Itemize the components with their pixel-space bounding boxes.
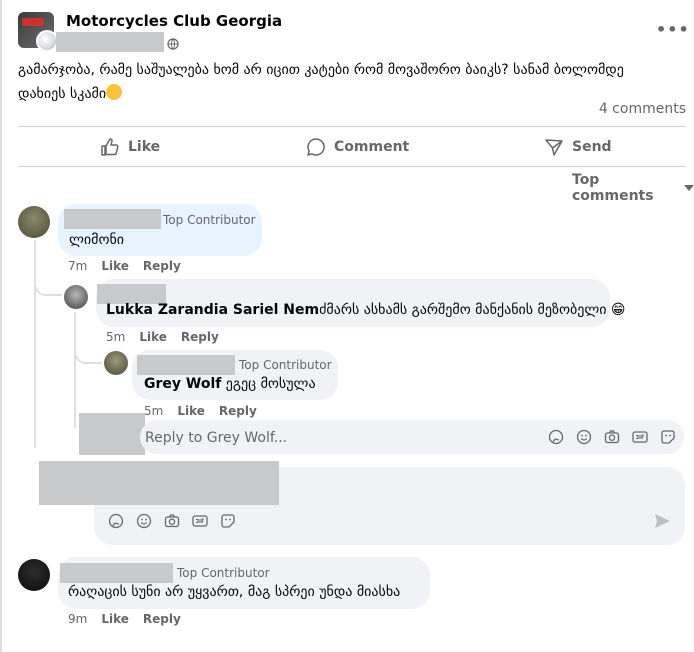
comment-meta: 9m Like Reply xyxy=(68,612,181,626)
camera-icon[interactable] xyxy=(164,513,180,529)
avatar[interactable] xyxy=(18,206,50,238)
reply-input-toolbar xyxy=(548,429,676,445)
comment-reply-link[interactable]: Reply xyxy=(143,612,181,626)
redacted-commenter-name xyxy=(64,209,161,229)
comment-time[interactable]: 5m xyxy=(106,330,125,344)
comment-meta: 5m Like Reply xyxy=(106,330,219,344)
comment-like-link[interactable]: Like xyxy=(101,612,129,626)
post-text-line2: დახიეს სკამი xyxy=(18,86,107,102)
group-avatar[interactable] xyxy=(18,12,58,52)
group-name[interactable]: Motorcycles Club Georgia xyxy=(66,12,282,30)
comment-body: ძმარს ასხამს გარშემო მანქანის მეზობელი 😁 xyxy=(319,302,626,318)
like-button-label: Like xyxy=(128,139,161,155)
thread-connector xyxy=(74,346,102,364)
comments-count[interactable]: 4 comments xyxy=(599,101,686,117)
grinning-emoji-icon xyxy=(106,84,123,100)
avatar-sticker-icon[interactable] xyxy=(108,513,124,529)
send-button-label: Send xyxy=(572,139,612,155)
comment-reply-link[interactable]: Reply xyxy=(143,259,181,273)
comment-meta: 5m Like Reply xyxy=(144,404,257,418)
divider-bottom xyxy=(18,166,686,167)
comment-body: ეგეც მოსულა xyxy=(221,376,316,392)
redacted-user-avatar xyxy=(79,413,145,455)
avatar-sticker-icon[interactable] xyxy=(548,429,564,445)
emoji-icon[interactable] xyxy=(576,429,592,445)
post-text: გამარჯობა, რამე საშუალება ხომ არ იცით კა… xyxy=(18,58,668,106)
sticker-icon[interactable] xyxy=(220,513,236,529)
thread-line xyxy=(74,312,76,428)
send-icon xyxy=(545,139,563,156)
avatar[interactable] xyxy=(104,351,128,375)
thread-connector xyxy=(34,274,62,296)
camera-icon[interactable] xyxy=(604,429,620,445)
redacted-author-name xyxy=(56,32,164,52)
sticker-icon[interactable] xyxy=(660,429,676,445)
comment-text: Lukka Zarandia Sariel Nemძმარს ასხამს გა… xyxy=(106,302,626,318)
reply-input-placeholder: Reply to Grey Wolf... xyxy=(145,430,288,446)
chevron-down-icon xyxy=(684,185,694,191)
comment-button[interactable]: Comment xyxy=(306,136,409,158)
comment-text: რაღაცის სუნი არ უყვართ, მაგ სპრეი უნდა მ… xyxy=(68,584,401,600)
redacted-commenter-name xyxy=(97,284,166,304)
gif-icon[interactable] xyxy=(192,513,208,529)
thread-line xyxy=(34,240,36,448)
comment-time[interactable]: 7m xyxy=(68,259,87,273)
emoji-icon[interactable] xyxy=(136,513,152,529)
page-left-border xyxy=(0,0,2,652)
post-text-line1: გამარჯობა, რამე საშუალება ხომ არ იცით კა… xyxy=(18,62,624,78)
thumbs-up-icon xyxy=(101,138,119,156)
comment-time[interactable]: 5m xyxy=(144,404,163,418)
comment-meta: 7m Like Reply xyxy=(68,259,181,273)
mention-link[interactable]: Lukka Zarandia Sariel Nem xyxy=(106,302,319,318)
top-comments-sort[interactable]: Top comments xyxy=(572,172,694,204)
redacted-composer-overlay xyxy=(39,461,279,505)
mention-link[interactable]: Grey Wolf xyxy=(144,376,221,392)
comment-button-label: Comment xyxy=(334,139,410,155)
more-options-icon[interactable]: ••• xyxy=(656,20,690,39)
sort-label: Top comments xyxy=(572,172,654,204)
like-button[interactable]: Like xyxy=(100,136,160,158)
comment-time[interactable]: 9m xyxy=(68,612,87,626)
top-contributor-badge: Top Contributor xyxy=(177,566,270,580)
comment-text: ლიმონი xyxy=(69,232,125,248)
gif-icon[interactable] xyxy=(632,429,648,445)
comment-text: Grey Wolf ეგეც მოსულა xyxy=(144,376,316,392)
comment-like-link[interactable]: Like xyxy=(101,259,129,273)
redacted-commenter-name xyxy=(60,563,173,583)
redacted-commenter-name xyxy=(137,355,235,375)
avatar[interactable] xyxy=(18,559,50,591)
top-contributor-badge: Top Contributor xyxy=(239,358,332,372)
comment-like-link[interactable]: Like xyxy=(177,404,205,418)
comment-like-link[interactable]: Like xyxy=(139,330,167,344)
globe-icon xyxy=(167,35,179,54)
author-avatar-badge[interactable] xyxy=(36,30,58,52)
comment-reply-link[interactable]: Reply xyxy=(219,404,257,418)
divider-top xyxy=(18,126,686,127)
avatar[interactable] xyxy=(64,285,88,309)
group-avatar-stripe xyxy=(22,18,44,26)
send-arrow-icon xyxy=(655,514,670,528)
composer-toolbar xyxy=(108,513,236,529)
comment-bubble-icon xyxy=(307,138,325,156)
send-button[interactable]: Send xyxy=(544,136,612,158)
top-contributor-badge: Top Contributor xyxy=(163,213,256,227)
submit-comment-button[interactable] xyxy=(653,512,671,534)
comment-reply-link[interactable]: Reply xyxy=(181,330,219,344)
